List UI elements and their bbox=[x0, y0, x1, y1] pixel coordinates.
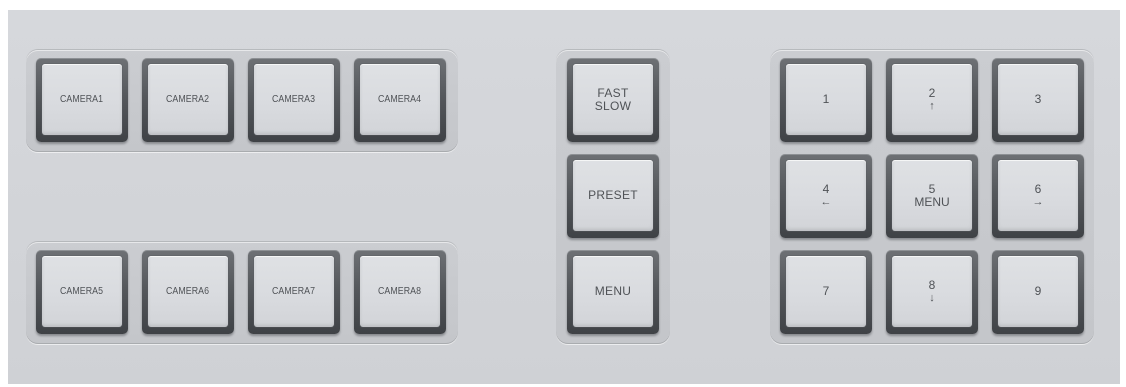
keyboard-panel: CAMERA1 CAMERA2 CAMERA3 CAMERA4 CAMERA5 … bbox=[8, 10, 1120, 384]
camera8-label: CAMERA8 bbox=[378, 286, 422, 297]
numpad-key-4[interactable]: 4 ← bbox=[780, 154, 872, 238]
camera4-key[interactable]: CAMERA4 bbox=[354, 58, 446, 142]
arrow-left-icon: ← bbox=[820, 196, 832, 208]
menu-label: MENU bbox=[594, 284, 632, 298]
numpad-key-5[interactable]: 5 MENU bbox=[886, 154, 978, 238]
camera3-label: CAMERA3 bbox=[272, 94, 316, 105]
numpad-number: 6 bbox=[1034, 182, 1042, 196]
numpad-key-7[interactable]: 7 bbox=[780, 250, 872, 334]
numpad-key-8[interactable]: 8 ↓ bbox=[886, 250, 978, 334]
camera6-key[interactable]: CAMERA6 bbox=[142, 250, 234, 334]
preset-key[interactable]: PRESET bbox=[567, 154, 659, 238]
numpad-number: 8 bbox=[928, 278, 936, 292]
camera2-key[interactable]: CAMERA2 bbox=[142, 58, 234, 142]
fast-slow-key[interactable]: FAST SLOW bbox=[567, 58, 659, 142]
camera4-label: CAMERA4 bbox=[378, 94, 422, 105]
arrow-down-icon: ↓ bbox=[929, 292, 935, 304]
numpad-number: 7 bbox=[822, 284, 830, 298]
camera7-label: CAMERA7 bbox=[272, 286, 316, 297]
numpad-key-9[interactable]: 9 bbox=[992, 250, 1084, 334]
numpad-number: 3 bbox=[1034, 92, 1042, 106]
camera2-label: CAMERA2 bbox=[166, 94, 210, 105]
numpad-number: 4 bbox=[822, 182, 830, 196]
numpad-number: 2 bbox=[928, 86, 936, 100]
menu-key[interactable]: MENU bbox=[567, 250, 659, 334]
numpad-key-6[interactable]: 6 → bbox=[992, 154, 1084, 238]
camera5-key[interactable]: CAMERA5 bbox=[36, 250, 128, 334]
numpad-menu-label: MENU bbox=[914, 194, 950, 209]
camera8-key[interactable]: CAMERA8 bbox=[354, 250, 446, 334]
preset-label: PRESET bbox=[588, 188, 638, 202]
numpad-key-2[interactable]: 2 ↑ bbox=[886, 58, 978, 142]
arrow-right-icon: → bbox=[1032, 196, 1044, 208]
camera5-label: CAMERA5 bbox=[60, 286, 104, 297]
camera1-key[interactable]: CAMERA1 bbox=[36, 58, 128, 142]
numpad-number: 1 bbox=[822, 92, 830, 106]
numpad-key-1[interactable]: 1 bbox=[780, 58, 872, 142]
fast-label: FAST bbox=[597, 85, 629, 100]
slow-label: SLOW bbox=[594, 98, 632, 113]
camera1-label: CAMERA1 bbox=[60, 94, 104, 105]
numpad-number: 5 bbox=[928, 181, 936, 196]
numpad-number: 9 bbox=[1034, 284, 1042, 298]
arrow-up-icon: ↑ bbox=[929, 100, 935, 112]
camera3-key[interactable]: CAMERA3 bbox=[248, 58, 340, 142]
camera6-label: CAMERA6 bbox=[166, 286, 210, 297]
camera7-key[interactable]: CAMERA7 bbox=[248, 250, 340, 334]
numpad-key-3[interactable]: 3 bbox=[992, 58, 1084, 142]
